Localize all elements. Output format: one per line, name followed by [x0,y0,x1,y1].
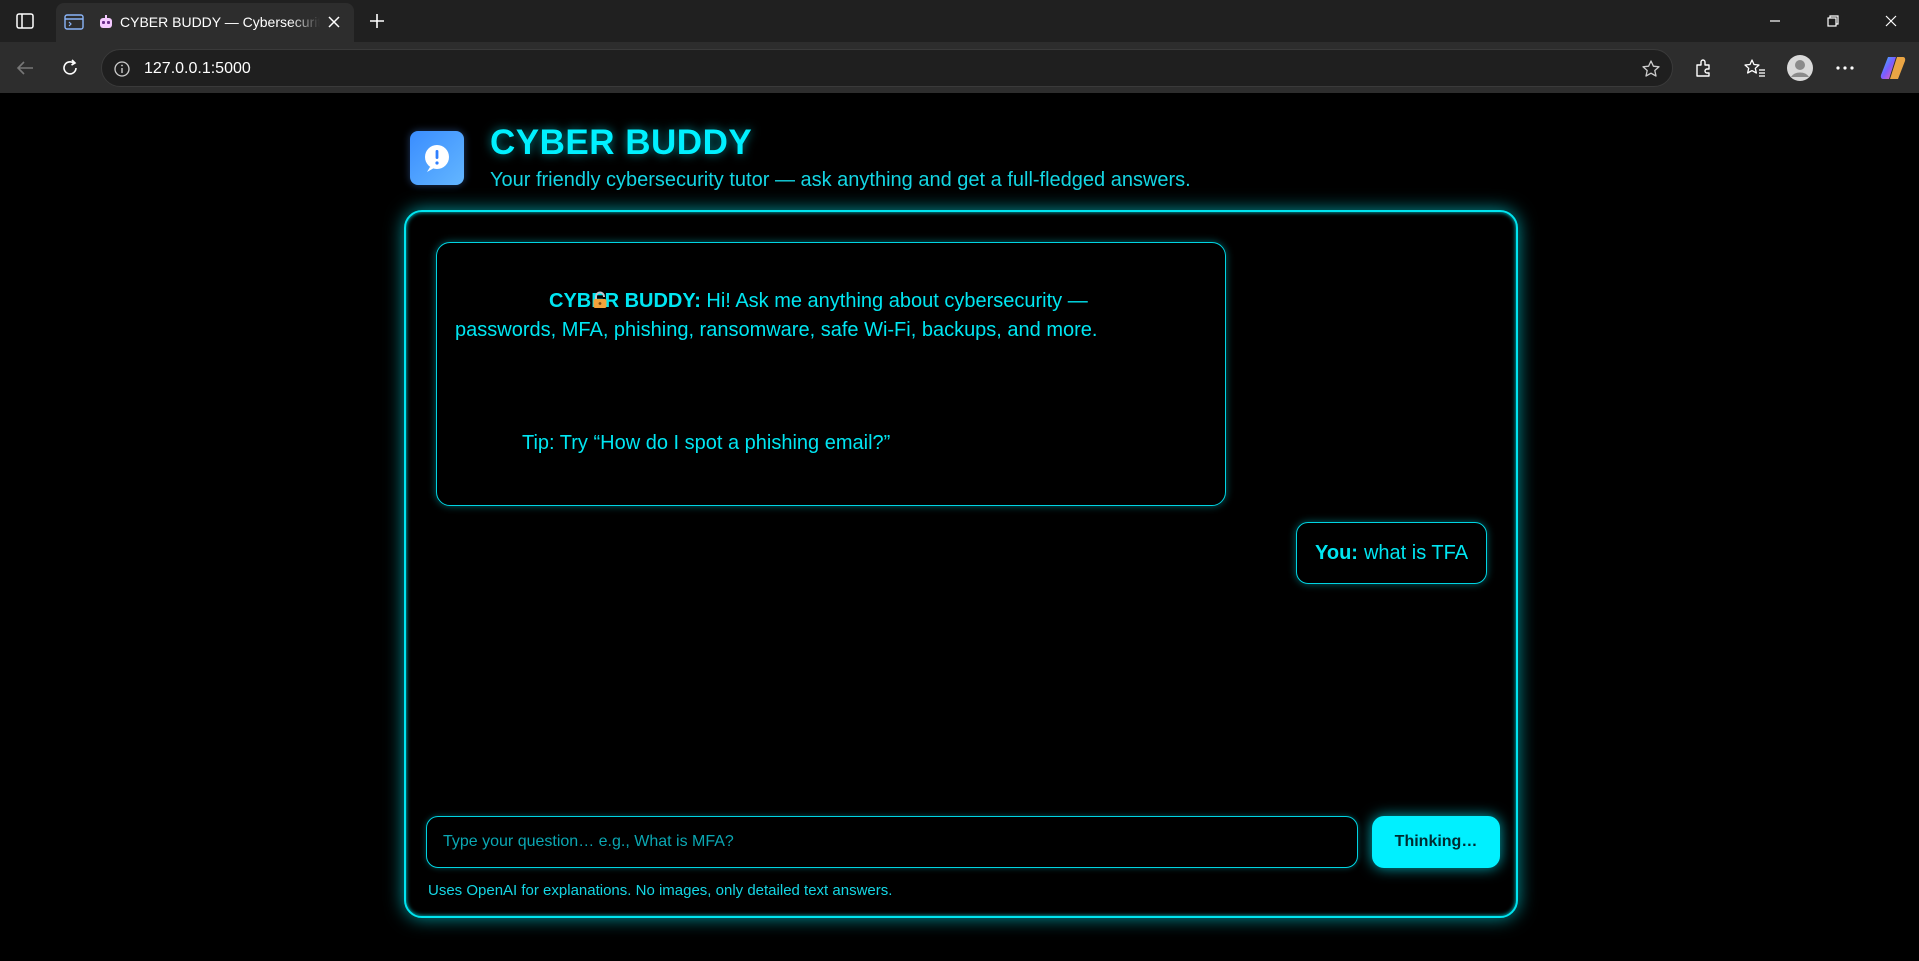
minimize-icon[interactable] [1752,6,1798,36]
browser-tab[interactable]: CYBER BUDDY — Cybersecurity Tutor [56,3,354,42]
question-input[interactable] [426,816,1358,868]
user-message: You: what is TFA [1296,522,1488,584]
copilot-icon[interactable] [1878,53,1908,83]
page-title: CYBER BUDDY [490,123,753,162]
sidebar-icon[interactable] [12,9,38,33]
window-close-icon[interactable] [1868,6,1914,36]
browser-titlebar: CYBER BUDDY — Cybersecurity Tutor [0,0,1919,42]
browser-toolbar: 127.0.0.1:5000 [0,42,1919,93]
address-bar[interactable]: 127.0.0.1:5000 [101,49,1673,87]
workspace-icon[interactable] [64,12,84,32]
bot-message-text: CYBER BUDDY: Hi! Ask me anything about c… [455,287,1175,345]
chat-alert-icon [425,145,449,172]
bot-tip: Tip: Try “How do I spot a phishing email… [522,432,891,454]
back-icon[interactable] [10,53,40,83]
tab-title: CYBER BUDDY — Cybersecurity Tutor [120,14,320,30]
send-button[interactable]: Thinking… [1372,816,1500,868]
page-viewport: CYBER BUDDY Your friendly cybersecurity … [6,93,1913,961]
bot-message: CYBER BUDDY: Hi! Ask me anything about c… [436,242,1226,506]
restore-icon[interactable] [1810,6,1856,36]
url-text[interactable]: 127.0.0.1:5000 [144,60,251,78]
user-text: what is TFA [1363,541,1469,564]
chat-panel: CYBER BUDDY: Hi! Ask me anything about c… [404,210,1518,918]
favorites-icon[interactable] [1740,53,1770,83]
info-icon[interactable] [112,59,132,79]
user-name: You: [1315,541,1358,564]
bot-name: CYBER BUDDY: [549,290,701,312]
app-logo [410,131,464,185]
profile-icon[interactable] [1785,53,1815,83]
extensions-icon[interactable] [1688,53,1718,83]
star-icon[interactable] [1640,58,1662,80]
more-icon[interactable] [1830,53,1860,83]
refresh-icon[interactable] [55,53,85,83]
page-subtitle: Your friendly cybersecurity tutor — ask … [490,169,1191,191]
plus-icon[interactable] [364,8,390,34]
close-icon[interactable] [324,12,344,32]
footnote: Uses OpenAI for explanations. No images,… [428,882,893,899]
lock-icon [523,289,607,308]
favicon [98,14,114,30]
